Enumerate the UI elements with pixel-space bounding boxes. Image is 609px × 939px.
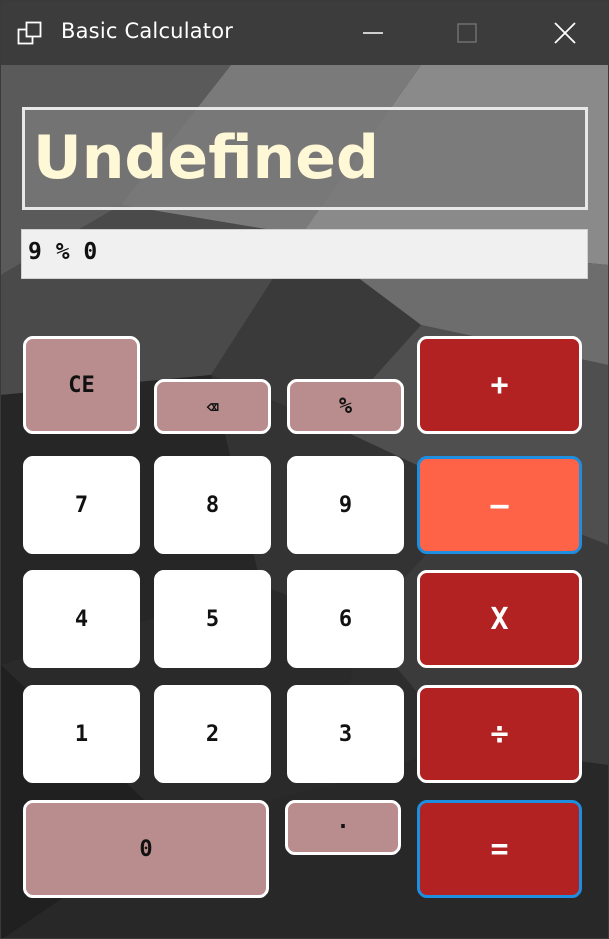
multiply-button[interactable]: X [417,570,582,668]
backspace-button[interactable]: ⌫ [154,379,271,434]
window-app-icon [17,21,42,45]
digit-6-button[interactable]: 6 [287,570,404,668]
title-bar[interactable]: Basic Calculator [1,1,608,65]
maximize-icon [457,23,477,43]
window-title: Basic Calculator [61,19,234,43]
digit-3-button[interactable]: 3 [287,685,404,783]
equals-button[interactable]: = [417,800,582,898]
divide-button[interactable]: ÷ [417,685,582,783]
calculator-body: Undefined 9 % 0 CE ⌫ % + 7 8 9 – 4 5 6 X… [1,65,608,938]
digit-5-button[interactable]: 5 [154,570,271,668]
clear-entry-button[interactable]: CE [23,336,140,434]
calculator-window: Basic Calculator Undefined 9 % 0 CE ⌫ % … [0,0,609,939]
digit-7-button[interactable]: 7 [23,456,140,554]
minus-button[interactable]: – [417,456,582,554]
close-button[interactable] [533,1,597,65]
close-icon [554,22,576,44]
expression-text: 9 % 0 [28,239,98,265]
result-display: Undefined [22,107,588,210]
expression-display: 9 % 0 [21,229,588,279]
minimize-icon [363,32,383,34]
digit-2-button[interactable]: 2 [154,685,271,783]
digit-4-button[interactable]: 4 [23,570,140,668]
maximize-button[interactable] [435,1,499,65]
decimal-button[interactable]: · [285,800,401,855]
plus-button[interactable]: + [417,336,582,434]
percent-button[interactable]: % [287,379,404,434]
result-text: Undefined [33,123,379,193]
digit-0-button[interactable]: 0 [23,800,269,898]
digit-9-button[interactable]: 9 [287,456,404,554]
digit-8-button[interactable]: 8 [154,456,271,554]
minimize-button[interactable] [341,1,405,65]
digit-1-button[interactable]: 1 [23,685,140,783]
